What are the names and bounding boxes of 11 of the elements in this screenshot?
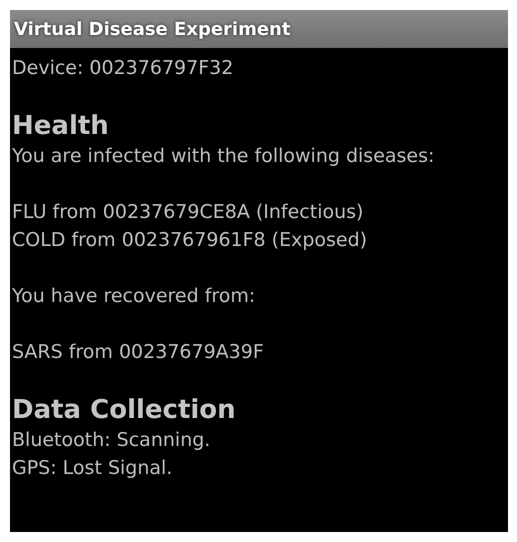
status-text: Bluetooth: Scanning. xyxy=(12,428,212,453)
device-label: Device: 002376797F32 xyxy=(12,56,234,81)
status-text: You have recovered from: xyxy=(12,284,256,309)
section-heading: Data Collection xyxy=(12,394,237,426)
window-title: Virtual Disease Experiment xyxy=(14,18,290,40)
status-text: FLU from 00237679CE8A (Infectious) xyxy=(12,200,364,225)
status-text: COLD from 0023767961F8 (Exposed) xyxy=(12,228,368,253)
status-text: SARS from 00237679A39F xyxy=(12,340,265,365)
section-heading: Health xyxy=(12,110,110,142)
status-text: GPS: Lost Signal. xyxy=(12,456,174,481)
status-text: You are infected with the following diseases: xyxy=(12,144,436,169)
